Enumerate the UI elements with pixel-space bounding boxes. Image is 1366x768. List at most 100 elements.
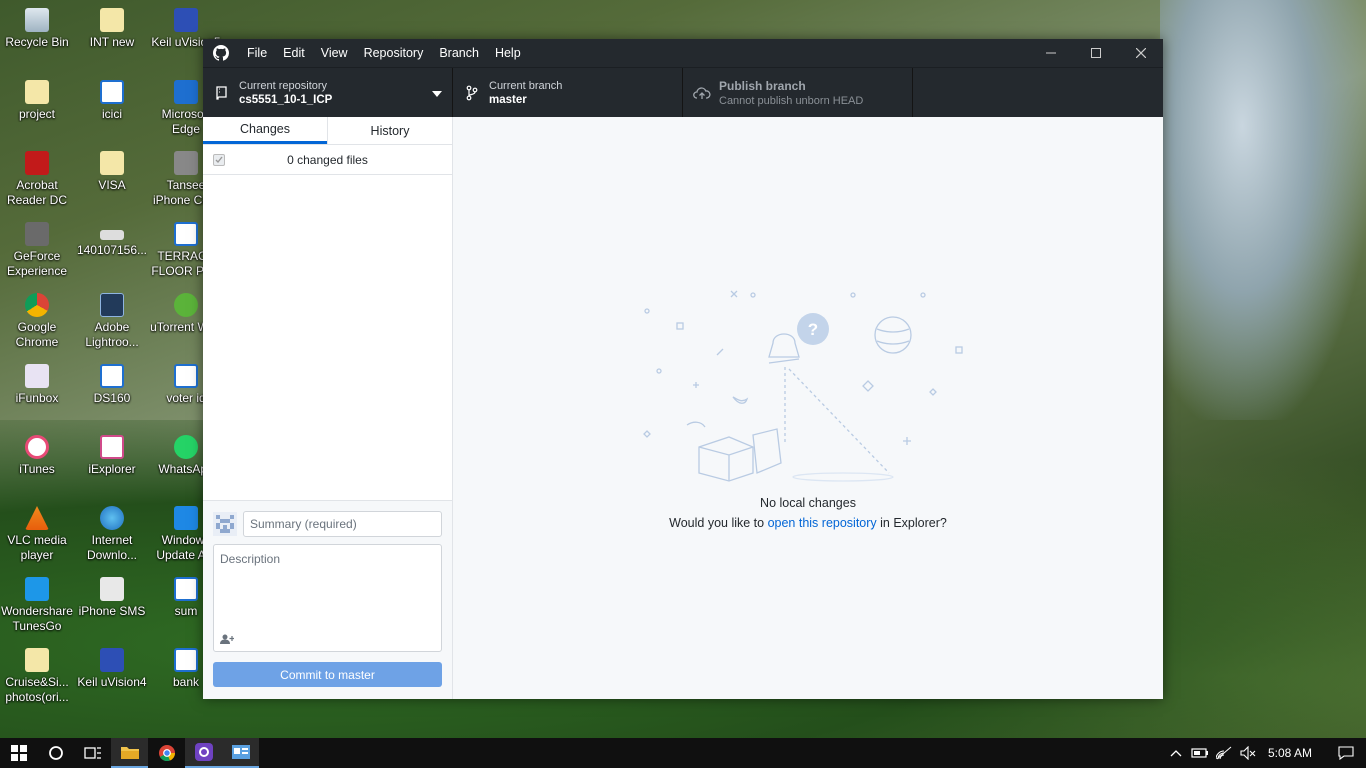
taskbar-file-explorer[interactable] [111, 738, 148, 768]
taskbar-app[interactable] [222, 738, 259, 768]
desktop-icon-iphone-sms[interactable]: iPhone SMS [76, 577, 148, 619]
task-view-icon [83, 747, 101, 759]
desktop-icon-chrome[interactable]: Google Chrome [1, 293, 73, 350]
empty-state-text: No local changes Would you like to open … [453, 496, 1163, 530]
folder-icon [25, 648, 49, 672]
select-all-checkbox[interactable] [213, 153, 225, 166]
menu-view[interactable]: View [313, 39, 356, 67]
windows-logo-icon [10, 745, 27, 761]
menu-repository[interactable]: Repository [356, 39, 432, 67]
menu-edit[interactable]: Edit [275, 39, 313, 67]
desktop-icon-lightroom[interactable]: Adobe Lightroo... [76, 293, 148, 350]
utorrent-icon [174, 293, 198, 317]
window-controls [1028, 39, 1163, 67]
desktop-icon-itunes[interactable]: iTunes [1, 435, 73, 477]
maximize-button[interactable] [1073, 39, 1118, 67]
system-tray: 5:08 AM [1164, 738, 1366, 768]
tab-changes[interactable]: Changes [203, 117, 327, 144]
taskbar-chrome[interactable] [148, 738, 185, 768]
volume-muted-icon [1240, 746, 1256, 760]
desktop-icon-recycle-bin[interactable]: Recycle Bin [1, 8, 73, 50]
desktop-icon-int-new[interactable]: INT new [76, 8, 148, 50]
tansee-icon [174, 151, 198, 175]
app-window-icon [231, 745, 250, 759]
document-icon [100, 8, 124, 32]
desktop-icon-iexplorer[interactable]: iExplorer [76, 435, 148, 477]
image-file-icon [100, 230, 124, 240]
menu-file[interactable]: File [239, 39, 275, 67]
publish-branch-button[interactable]: Publish branch Cannot publish unborn HEA… [683, 68, 913, 117]
github-desktop-window: File Edit View Repository Branch Help Cu… [203, 39, 1163, 699]
desktop-icon-cruise[interactable]: Cruise&Si... photos(ori... [1, 648, 73, 705]
repo-name: cs5551_10-1_ICP [239, 93, 333, 106]
cloud-upload-icon [693, 86, 711, 100]
vlc-icon [25, 506, 49, 530]
tab-history[interactable]: History [327, 117, 452, 144]
battery-button[interactable] [1188, 747, 1212, 759]
desktop-icon-idm[interactable]: Internet Downlo... [76, 506, 148, 563]
publish-status: Cannot publish unborn HEAD [719, 94, 864, 107]
chevron-up-icon [1170, 750, 1182, 757]
commit-description-box [213, 544, 442, 652]
desktop-icon-wondershare[interactable]: Wondershare TunesGo [1, 577, 73, 634]
show-hidden-icons-button[interactable] [1164, 749, 1188, 757]
open-repository-link[interactable]: open this repository [768, 516, 877, 530]
start-button[interactable] [0, 738, 37, 768]
tunesgo-icon [25, 577, 49, 601]
desktop-icon-ifunbox[interactable]: iFunbox [1, 364, 73, 406]
minimize-button[interactable] [1028, 39, 1073, 67]
edge-document-icon [100, 80, 124, 104]
clock[interactable]: 5:08 AM [1260, 746, 1326, 760]
recycle-bin-icon [25, 8, 49, 32]
add-coauthor-icon[interactable] [220, 633, 235, 645]
whatsapp-icon [174, 435, 198, 459]
document-icon [25, 80, 49, 104]
desktop-icon-140107156[interactable]: 140107156... [76, 222, 148, 258]
acrobat-icon [25, 151, 49, 175]
edge-document-icon [174, 222, 198, 246]
app-body: Changes History 0 changed files Summary … [203, 117, 1163, 699]
close-button[interactable] [1118, 39, 1163, 67]
commit-button[interactable]: Commit to master [213, 662, 442, 687]
menu-branch[interactable]: Branch [431, 39, 487, 67]
desktop-icon-icici[interactable]: icici [76, 80, 148, 122]
volume-button[interactable] [1236, 746, 1260, 760]
changed-file-list [203, 175, 452, 500]
repo-icon [213, 85, 231, 100]
commit-summary-input[interactable] [243, 511, 442, 537]
sms-icon [100, 577, 124, 601]
network-button[interactable] [1212, 746, 1236, 760]
open-repo-prefix: Would you like to [669, 516, 768, 530]
desktop-icon-visa[interactable]: VISA [76, 151, 148, 193]
avatar [213, 512, 237, 536]
desktop-icons: Recycle Bin project Acrobat Reader DC Ge… [0, 0, 222, 738]
chrome-icon [25, 293, 49, 317]
edge-icon [174, 80, 198, 104]
menu-help[interactable]: Help [487, 39, 529, 67]
keil-icon [174, 8, 198, 32]
desktop-icon-vlc[interactable]: VLC media player [1, 506, 73, 563]
commit-description-input[interactable] [214, 545, 441, 630]
windows-icon [174, 506, 198, 530]
branch-icon [463, 85, 481, 101]
edge-document-icon [174, 577, 198, 601]
wifi-icon [1215, 746, 1232, 760]
task-view-button[interactable] [74, 738, 111, 768]
branch-label: Current branch [489, 79, 563, 92]
itunes-icon [25, 435, 49, 459]
taskbar-github-desktop[interactable] [185, 738, 222, 768]
desktop-icon-geforce[interactable]: GeForce Experience [1, 222, 73, 279]
desktop-icon-keil4[interactable]: Keil uVision4 [76, 648, 148, 690]
checkmark-icon [215, 156, 223, 163]
desktop-icon-acrobat[interactable]: Acrobat Reader DC [1, 151, 73, 208]
action-center-button[interactable] [1326, 746, 1366, 760]
desktop-icon-ds160[interactable]: DS160 [76, 364, 148, 406]
changes-sidebar: Changes History 0 changed files Summary … [203, 117, 453, 699]
idm-icon [100, 506, 124, 530]
current-repository-dropdown[interactable]: Current repository cs5551_10-1_ICP [203, 68, 453, 117]
svg-text:?: ? [808, 320, 818, 339]
cortana-button[interactable] [37, 738, 74, 768]
desktop-icon-project[interactable]: project [1, 80, 73, 122]
current-branch-dropdown[interactable]: Current branch master [453, 68, 683, 117]
cortana-icon [48, 746, 63, 760]
